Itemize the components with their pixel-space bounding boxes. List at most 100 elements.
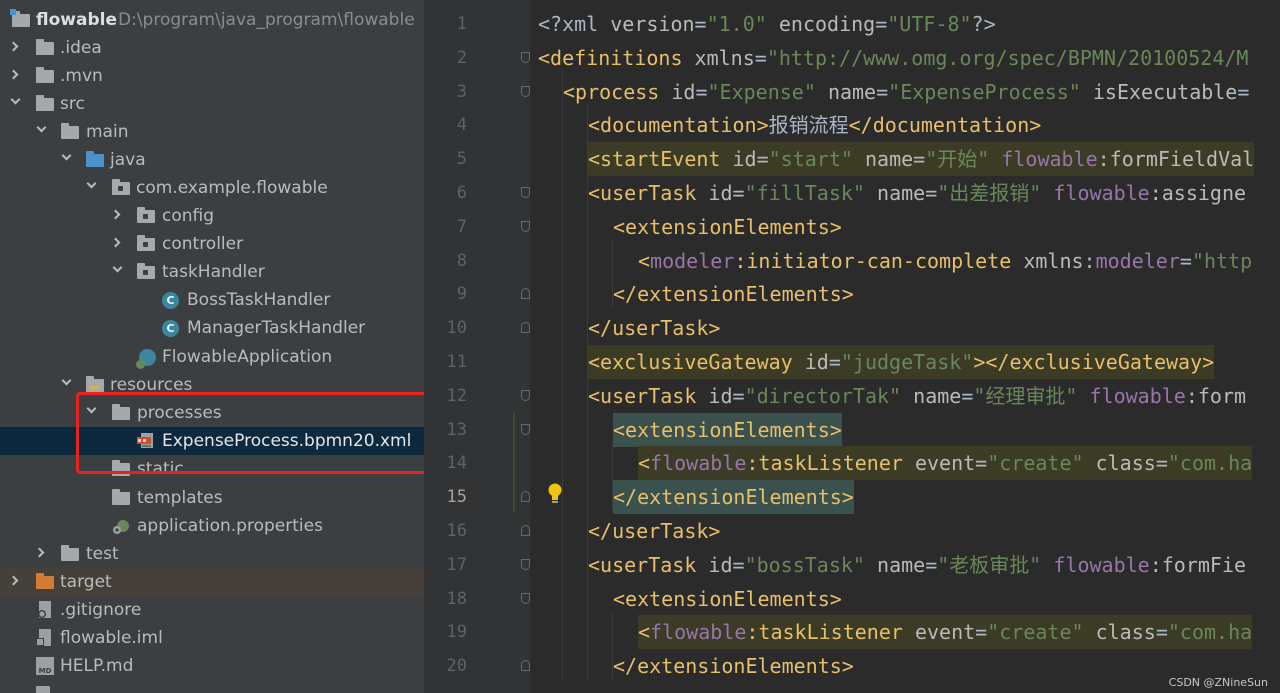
watermark-text: CSDN @ZNineSun [1168, 676, 1268, 689]
chevron-down-icon[interactable] [86, 178, 97, 189]
code-token: "老板审批" [937, 552, 1042, 577]
fold-marker-icon[interactable] [521, 288, 530, 300]
tree-item-templates[interactable]: templates [0, 484, 424, 512]
tree-item-application-properties[interactable]: application.properties [0, 512, 424, 540]
tree-item-flowableapplication[interactable]: FlowableApplication [0, 343, 424, 371]
line-number: 17 [446, 554, 467, 575]
fold-marker-icon[interactable] [521, 423, 530, 435]
fold-marker-icon[interactable] [521, 525, 530, 536]
fold-marker-icon[interactable] [521, 322, 530, 334]
tree-item-test[interactable]: test [0, 540, 424, 568]
code-line[interactable]: <startEvent id="start" name="开始" flowabl… [588, 142, 1255, 177]
tree-item-taskhandler[interactable]: taskHandler [0, 258, 424, 286]
package-icon [112, 179, 130, 195]
fold-marker-icon[interactable] [521, 220, 530, 232]
code-token: ?> [971, 12, 996, 36]
code-line[interactable]: <userTask id="fillTask" name="出差报销" flow… [588, 176, 1246, 210]
tree-item-managertaskhandler[interactable]: C ManagerTaskHandler [0, 314, 424, 342]
indent-guide [562, 70, 563, 680]
code-token: xmlns [694, 45, 755, 70]
fold-marker-icon[interactable] [521, 51, 530, 63]
code-token: id [708, 552, 733, 577]
code-token: name [864, 147, 914, 172]
tree-root[interactable]: flowable D:\program\java_program\flowabl… [0, 6, 424, 34]
code-token: flowable [650, 620, 747, 645]
code-editor[interactable]: <?xml version="1.0" encoding="UTF-8"?> <d… [530, 0, 1280, 693]
tree-item-java[interactable]: java [0, 146, 424, 174]
tree-item-main[interactable]: main [0, 118, 424, 146]
code-line[interactable]: <flowable:taskListener event="create" cl… [638, 615, 1253, 650]
line-number: 2 [456, 47, 467, 68]
code-line[interactable]: </userTask> [588, 514, 720, 548]
code-line[interactable]: <userTask id="directorTak" name="经理审批" f… [588, 379, 1246, 413]
code-line[interactable]: <exclusiveGateway id="judgeTask"></exclu… [588, 345, 1215, 379]
code-token: "com.ha [1167, 451, 1253, 476]
line-number: 9 [456, 284, 467, 305]
code-line[interactable]: <modeler:initiator-can-complete xmlns:mo… [638, 244, 1252, 278]
chevron-down-icon[interactable] [36, 122, 47, 133]
package-icon [137, 235, 155, 251]
tree-item-help-md[interactable]: MD HELP.md [0, 652, 424, 680]
chevron-right-icon[interactable] [8, 41, 19, 52]
tree-item-gitignore[interactable]: .gitignore [0, 596, 424, 624]
code-line[interactable]: <extensionElements> [613, 582, 842, 616]
code-token: :taskListener [746, 620, 915, 645]
fold-marker-icon[interactable] [521, 592, 530, 604]
tree-item-bosstaskhandler[interactable]: C BossTaskHandler [0, 286, 424, 314]
tree-item-label: java [110, 150, 146, 170]
tree-item-target[interactable]: target [0, 568, 424, 596]
fold-marker-icon[interactable] [521, 660, 530, 672]
chevron-right-icon[interactable] [8, 575, 19, 586]
code-token: "judgeTask" [840, 350, 974, 374]
code-token: </extensionElements> [613, 282, 854, 307]
tree-item-idea[interactable]: .idea [0, 34, 424, 62]
line-number: 10 [446, 318, 467, 339]
code-line[interactable]: </extensionElements> [613, 649, 854, 683]
code-line[interactable]: <process id="Expense" name="ExpenseProce… [563, 75, 1249, 109]
tree-item-mvn[interactable]: .mvn [0, 62, 424, 90]
chevron-right-icon[interactable] [110, 209, 121, 220]
fold-marker-icon[interactable] [521, 85, 530, 97]
properties-file-icon [113, 520, 129, 534]
code-token: < [638, 451, 651, 476]
chevron-right-icon[interactable] [34, 547, 45, 558]
chevron-right-icon[interactable] [110, 237, 121, 248]
code-line[interactable]: <extensionElements> [613, 210, 842, 244]
chevron-down-icon[interactable] [61, 150, 72, 161]
source-folder-icon [86, 151, 104, 167]
code-line[interactable]: </extensionElements> [613, 277, 854, 311]
code-line[interactable]: </extensionElements> [613, 480, 854, 515]
tree-item-label: templates [137, 488, 223, 508]
markdown-file-icon: MD [36, 657, 54, 675]
code-token: class [1095, 451, 1156, 476]
tree-item-controller[interactable]: controller [0, 230, 424, 258]
tree-item-src[interactable]: src [0, 90, 424, 118]
chevron-down-icon[interactable] [10, 94, 21, 105]
chevron-down-icon[interactable] [61, 375, 72, 386]
tree-item-package[interactable]: com.example.flowable [0, 174, 424, 202]
fold-marker-icon[interactable] [521, 558, 530, 570]
annotation-highlight-box [76, 392, 424, 474]
code-line[interactable]: <definitions xmlns="http://www.omg.org/s… [538, 41, 1248, 75]
code-line[interactable]: <flowable:taskListener event="create" cl… [638, 446, 1253, 481]
code-token: = [732, 181, 745, 205]
code-line[interactable]: <?xml version="1.0" encoding="UTF-8"?> [538, 7, 996, 41]
code-token: "http://www.omg.org/spec/BPMN/20100524/M [766, 45, 1249, 70]
chevron-down-icon[interactable] [112, 262, 123, 273]
fold-marker-icon[interactable] [521, 389, 530, 401]
code-line[interactable]: <extensionElements> [613, 412, 842, 447]
line-number: 18 [446, 588, 467, 609]
file-icon [36, 686, 50, 693]
code-token: "Expense" [707, 79, 816, 104]
code-line[interactable]: </userTask> [588, 311, 720, 345]
fold-marker-icon[interactable] [521, 187, 530, 198]
chevron-right-icon[interactable] [8, 69, 19, 80]
fold-marker-icon[interactable] [521, 491, 530, 503]
tree-item-config[interactable]: config [0, 202, 424, 230]
code-token: <documentation> [588, 113, 769, 138]
code-line[interactable]: <documentation>报销流程</documentation> [588, 108, 1041, 142]
code-line[interactable]: <userTask id="bossTask" name="老板审批" flow… [588, 548, 1246, 582]
tree-item-flowable-iml[interactable]: flowable.iml [0, 624, 424, 652]
